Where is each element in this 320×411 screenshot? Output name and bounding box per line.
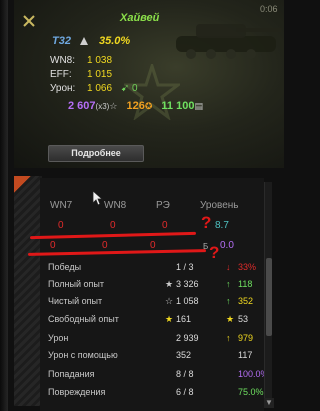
row2-level: 0.0 (220, 240, 234, 251)
row1-wn8: 0 (110, 220, 116, 231)
stat-label: Урон с помощью (48, 350, 118, 360)
summary-line: 2 607(x3)☆ 126✪ 11 100▤ (68, 100, 203, 112)
stat-row-hits: Попадания 8 / 8 100.0% (48, 366, 269, 383)
arrow-up-icon: ↑ (226, 333, 231, 343)
row1-re: 0 (162, 220, 168, 231)
arrow-down-icon: ↓ (226, 262, 231, 272)
stat-row-penetrations: Повреждения 6 / 8 75.0% (48, 384, 268, 401)
medal-icon: ✪ (144, 101, 153, 111)
row2-wn8: 0 (102, 240, 108, 251)
stat-value: 1 / 3 (176, 262, 194, 272)
stat-row-total-xp: Полный опыт ★ 3 326 ↑ 118 (48, 276, 268, 293)
stat-diff: 33% (238, 262, 257, 272)
mouse-cursor-icon (92, 190, 104, 206)
stat-row-net-xp: Чистый опыт ☆ 1 058 ↑ 352 (48, 293, 268, 310)
stat-diff: 352 (238, 296, 254, 306)
eff-row: EFF: 1 015 (50, 69, 112, 80)
stat-value: 2 939 (176, 333, 199, 343)
star-icon: ★ (165, 314, 174, 324)
row2-wn7: 0 (50, 240, 56, 251)
stat-diff: 118 (238, 279, 253, 289)
stat-value: 8 / 8 (176, 369, 194, 379)
star-icon: ★ (165, 279, 174, 289)
scrollbar-thumb[interactable] (266, 258, 272, 336)
stat-diff: 117 (238, 350, 253, 360)
stat-value: 3 326 (176, 279, 199, 289)
medals-count: 126 (126, 100, 145, 112)
stat-row-assist-damage: Урон с помощью 352 117 (48, 347, 268, 364)
header-wn8: WN8 (104, 200, 127, 211)
damage-label: Урон: (50, 83, 76, 94)
damage-extra-value: 0 (131, 83, 138, 94)
player-name: Хайвей (120, 12, 160, 24)
stat-label: Попадания (48, 369, 95, 379)
left-panel-edge (0, 0, 8, 411)
stat-row-wins: Победы 1 / 3 ↓ 33% (48, 259, 268, 276)
star-icon: ★ (226, 314, 235, 324)
crossed-swords-icon[interactable] (22, 14, 36, 28)
tank-name: Т32 (52, 35, 71, 47)
arrow-up-icon: ↑ (226, 279, 231, 289)
battles-multiplier: (x3) (95, 102, 110, 111)
battles-count: 2 607 (68, 100, 96, 112)
eff-value: 1 015 (87, 69, 113, 80)
stat-label: Чистый опыт (48, 296, 103, 306)
row1-level: 8.7 (215, 220, 229, 231)
damage-extra-icon: ➹ (120, 83, 130, 94)
damage-value: 1 066 (87, 83, 113, 94)
wn8-value: 1 038 (87, 55, 113, 66)
stat-value: 1 058 (176, 296, 199, 306)
stat-label: Свободный опыт (48, 314, 119, 324)
stat-label: Повреждения (48, 387, 106, 397)
stat-label: Полный опыт (48, 279, 104, 289)
star-icon: ☆ (109, 101, 118, 111)
header-level: Уровень (200, 200, 239, 211)
stat-label: Победы (48, 262, 82, 272)
heavy-tank-icon (80, 37, 88, 45)
tank-win-percent: 35.0% (99, 35, 131, 47)
details-button[interactable]: Подробнее (48, 145, 144, 162)
stat-diff: 75.0% (238, 387, 264, 397)
wn8-row: WN8: 1 038 (50, 55, 112, 66)
scroll-down-arrow-icon[interactable]: ▼ (264, 398, 274, 408)
stat-diff: 53 (238, 314, 249, 324)
stat-value: 161 (176, 314, 192, 324)
eff-label: EFF: (50, 69, 72, 80)
credits-icon: ▤ (194, 101, 203, 111)
battle-timer: 0:06 (260, 4, 278, 14)
stat-value: 352 (176, 350, 192, 360)
wn8-label: WN8: (50, 55, 75, 66)
stripe-accent (14, 176, 38, 200)
stat-diff: 979 (238, 333, 254, 343)
tank-silhouette-icon (176, 24, 281, 59)
header-re: РЭ (156, 200, 170, 211)
stat-value: 6 / 8 (176, 387, 194, 397)
star-icon: ☆ (165, 296, 174, 306)
scrollbar[interactable] (264, 182, 272, 400)
damage-row: Урон: 1 066 ➹ 0 (50, 83, 138, 94)
arrow-up-icon: ↑ (226, 296, 231, 306)
stat-label: Урон (48, 333, 69, 343)
stat-row-free-xp: Свободный опыт ★ 161 ★ 53 (48, 311, 268, 328)
credits-count: 11 100 (161, 100, 195, 112)
question-mark-1: ? (201, 213, 212, 232)
stat-row-damage: Урон 2 939 ↑ 979 (48, 330, 268, 347)
stripe-decoration (14, 176, 42, 406)
header-wn7: WN7 (50, 200, 73, 211)
row1-wn7: 0 (58, 220, 64, 231)
